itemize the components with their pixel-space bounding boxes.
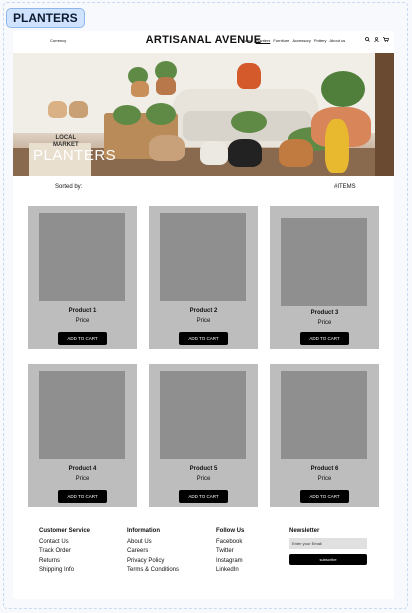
hero-plant — [231, 111, 267, 133]
footer-follow-us: Follow Us Facebook Twitter Instagram Lin… — [216, 528, 244, 575]
nav-furniture[interactable]: Furniture — [273, 38, 289, 43]
hero-pot — [200, 141, 228, 165]
product-name[interactable]: Product 3 — [270, 310, 379, 316]
product-price: Price — [75, 318, 90, 324]
footer-link-facebook[interactable]: Facebook — [216, 538, 244, 547]
product-image[interactable] — [160, 213, 246, 301]
footer-link-linkedin[interactable]: LinkedIn — [216, 566, 244, 575]
product-name[interactable]: Product 6 — [270, 466, 379, 472]
product-card[interactable]: Product 5 Price ADD TO CART — [149, 364, 258, 507]
hero-title: PLANTERS — [33, 147, 117, 164]
hero-fox-pot — [237, 63, 261, 89]
product-price: Price — [75, 476, 90, 482]
footer-link-instagram[interactable]: Instagram — [216, 557, 244, 566]
hero-banner: LOCAL MARKET PLANTERS — [13, 53, 394, 176]
product-name[interactable]: Product 5 — [149, 466, 258, 472]
footer-newsletter: Newsletter Enter your Email subscribe — [289, 528, 367, 565]
add-to-cart-button[interactable]: ADD TO CART — [179, 490, 228, 503]
footer-link-returns[interactable]: Returns — [39, 557, 90, 566]
product-image[interactable] — [281, 218, 367, 306]
hero-sheep-pot — [149, 135, 185, 161]
product-price: Price — [317, 320, 332, 326]
footer-link-shipping-info[interactable]: Shipping Info — [39, 566, 90, 575]
add-to-cart-button[interactable]: ADD TO CART — [300, 490, 349, 503]
hero-plant — [146, 103, 176, 125]
product-card[interactable]: Product 1 Price ADD TO CART — [28, 206, 137, 349]
product-price: Price — [317, 476, 332, 482]
footer-heading: Information — [127, 528, 160, 534]
add-to-cart-button[interactable]: ADD TO CART — [179, 332, 228, 345]
cart-icon[interactable] — [383, 37, 389, 42]
frame-label: PLANTERS — [6, 8, 85, 28]
hero-pot — [156, 77, 176, 95]
footer-heading: Customer Service — [39, 528, 91, 534]
footer-link-track-order[interactable]: Track Order — [39, 547, 90, 556]
nav-accessory[interactable]: Accessory — [292, 38, 310, 43]
product-image[interactable] — [39, 371, 125, 459]
nav-pottery[interactable]: Pottery — [314, 38, 327, 43]
product-image[interactable] — [281, 371, 367, 459]
nav-about-us[interactable]: About us — [330, 38, 346, 43]
add-to-cart-button[interactable]: ADD TO CART — [300, 332, 349, 345]
product-price: Price — [196, 476, 211, 482]
newsletter-email-input[interactable]: Enter your Email — [289, 538, 367, 549]
header-icons — [365, 37, 389, 42]
site-footer: Customer Service Contact Us Track Order … — [13, 528, 394, 588]
page: Currency ARTISANAL AVENUE Home Planters … — [13, 31, 394, 599]
hero-plant — [321, 71, 365, 107]
product-card[interactable]: Product 4 Price ADD TO CART — [28, 364, 137, 507]
footer-link-privacy-policy[interactable]: Privacy Policy — [127, 557, 179, 566]
sort-dropdown[interactable]: Sorted by: — [55, 184, 82, 190]
footer-information: Information About Us Careers Privacy Pol… — [127, 528, 179, 575]
product-name[interactable]: Product 2 — [149, 308, 258, 314]
footer-link-about-us[interactable]: About Us — [127, 538, 179, 547]
footer-link-terms[interactable]: Terms & Conditions — [127, 566, 179, 575]
product-price: Price — [196, 318, 211, 324]
hero-pot — [279, 139, 313, 167]
hero-shelf — [375, 53, 394, 176]
product-name[interactable]: Product 1 — [28, 308, 137, 314]
footer-link-twitter[interactable]: Twitter — [216, 547, 244, 556]
footer-customer-service: Customer Service Contact Us Track Order … — [39, 528, 90, 575]
hero-plant — [113, 105, 141, 125]
product-card[interactable]: Product 3 Price ADD TO CART — [270, 206, 379, 349]
main-nav: Home Planters Furniture Accessory Potter… — [242, 38, 345, 43]
footer-heading: Follow Us — [216, 528, 245, 534]
product-card[interactable]: Product 6 Price ADD TO CART — [270, 364, 379, 507]
footer-link-contact-us[interactable]: Contact Us — [39, 538, 90, 547]
product-card[interactable]: Product 2 Price ADD TO CART — [149, 206, 258, 349]
search-icon[interactable] — [365, 37, 370, 42]
subscribe-button[interactable]: subscribe — [289, 554, 367, 565]
hero-pot — [69, 101, 88, 118]
hero-pot — [228, 139, 262, 167]
add-to-cart-button[interactable]: ADD TO CART — [58, 332, 107, 345]
footer-heading: Newsletter — [289, 528, 320, 534]
hero-giraffe-pot — [325, 119, 349, 173]
footer-link-careers[interactable]: Careers — [127, 547, 179, 556]
item-count: #ITEMS — [334, 184, 356, 190]
product-name[interactable]: Product 4 — [28, 466, 137, 472]
product-image[interactable] — [160, 371, 246, 459]
product-image[interactable] — [39, 213, 125, 301]
hero-pot — [131, 81, 149, 97]
site-header: Currency ARTISANAL AVENUE Home Planters … — [13, 31, 394, 51]
nav-home[interactable]: Home — [242, 38, 253, 43]
add-to-cart-button[interactable]: ADD TO CART — [58, 490, 107, 503]
user-icon[interactable] — [374, 37, 379, 42]
nav-planters[interactable]: Planters — [256, 38, 271, 43]
hero-pot — [48, 101, 67, 118]
